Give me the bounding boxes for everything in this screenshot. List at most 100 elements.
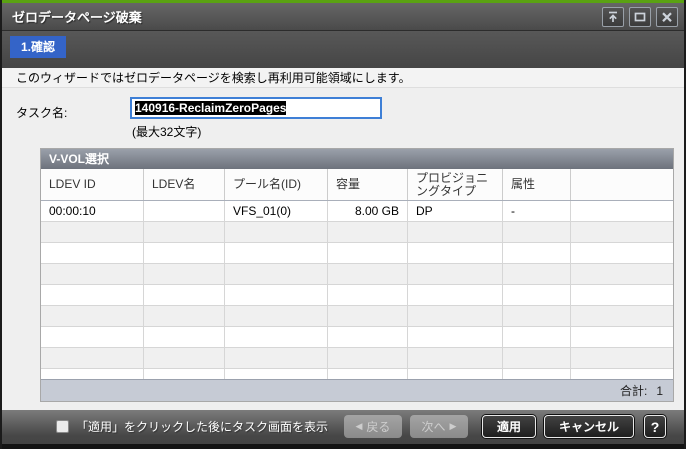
cell-blank: [408, 264, 503, 284]
column-header-attribute[interactable]: 属性: [503, 169, 571, 200]
rollup-button[interactable]: [602, 6, 624, 27]
cell-blank: [571, 264, 673, 284]
cell-blank: [571, 348, 673, 368]
vvol-table-footer: 合計: 1: [41, 379, 673, 401]
cell-blank: [503, 243, 571, 263]
table-row-empty[interactable]: [41, 306, 673, 327]
wizard-description: このウィザードではゼロデータページを検索し再利用可能領域にします。: [2, 68, 684, 88]
cell-blank: [503, 264, 571, 284]
table-row-empty[interactable]: [41, 222, 673, 243]
next-button[interactable]: 次へ ▶: [409, 415, 468, 438]
window-controls: [602, 6, 678, 27]
column-header-ldev-id[interactable]: LDEV ID: [41, 169, 144, 200]
tab-step-1-confirm[interactable]: 1.確認: [10, 36, 67, 58]
apply-button[interactable]: 適用: [481, 415, 536, 438]
cell-blank: [225, 369, 328, 379]
cell-attribute: -: [503, 201, 571, 221]
cell-blank: [328, 306, 408, 326]
cell-blank: [225, 348, 328, 368]
cell-blank: [41, 348, 144, 368]
titlebar: ゼロデータページ破棄: [2, 3, 684, 31]
cell-blank: [144, 264, 225, 284]
cell-blank: [571, 285, 673, 305]
cell-blank: [41, 285, 144, 305]
column-header-pool-name[interactable]: プール名(ID): [225, 169, 328, 200]
cell-blank: [503, 327, 571, 347]
cell-blank: [41, 369, 144, 379]
rollup-icon: [605, 9, 621, 25]
cell-blank: [571, 222, 673, 242]
cell-pool-name: VFS_01(0): [225, 201, 328, 221]
table-row[interactable]: 00:00:10 VFS_01(0) 8.00 GB DP -: [41, 201, 673, 222]
cancel-button[interactable]: キャンセル: [543, 415, 634, 438]
vvol-table-title: V-VOL選択: [41, 149, 673, 169]
table-row-empty[interactable]: [41, 264, 673, 285]
close-icon: [659, 9, 675, 25]
task-name-value: 140916-ReclaimZeroPages: [135, 101, 287, 115]
cell-blank: [225, 327, 328, 347]
action-bar: 「適用」をクリックした後にタスク画面を表示 ◀ 戻る 次へ ▶ 適用 キャンセル…: [2, 410, 684, 449]
cell-blank: [408, 369, 503, 379]
task-name-max-hint: (最大32文字): [132, 125, 202, 139]
show-task-screen-label: 「適用」をクリックした後にタスク画面を表示: [75, 420, 328, 434]
task-name-input[interactable]: 140916-ReclaimZeroPages: [130, 97, 382, 119]
back-button-label: 戻る: [366, 420, 391, 434]
help-button[interactable]: ?: [644, 415, 666, 438]
cell-blank: [41, 327, 144, 347]
table-row-empty[interactable]: [41, 243, 673, 264]
cell-ldev-id: 00:00:10: [41, 201, 144, 221]
column-header-provisioning-type[interactable]: プロビジョニングタイプ: [408, 169, 503, 200]
column-header-ldev-name[interactable]: LDEV名: [144, 169, 225, 200]
cell-blank: [571, 369, 673, 379]
cell-blank: [328, 348, 408, 368]
cell-blank: [328, 243, 408, 263]
table-row-empty[interactable]: [41, 369, 673, 379]
wizard-step-strip: 1.確認: [2, 31, 684, 68]
show-task-screen-checkbox[interactable]: [55, 420, 69, 433]
cell-blank: [144, 285, 225, 305]
next-button-label: 次へ: [421, 420, 446, 434]
column-header-capacity[interactable]: 容量: [328, 169, 408, 200]
cell-blank: [225, 222, 328, 242]
table-row-empty[interactable]: [41, 348, 673, 369]
cell-blank: [408, 243, 503, 263]
dialog-title: ゼロデータページ破棄: [12, 10, 142, 25]
cell-blank: [328, 327, 408, 347]
cell-blank: [408, 306, 503, 326]
table-row-empty[interactable]: [41, 327, 673, 348]
cell-blank: [144, 243, 225, 263]
next-arrow-icon: ▶: [449, 421, 457, 431]
cell-blank: [571, 201, 673, 221]
cell-blank: [408, 222, 503, 242]
task-name-label: タスク名:: [16, 106, 68, 120]
cell-blank: [503, 306, 571, 326]
back-button[interactable]: ◀ 戻る: [343, 415, 402, 438]
cell-blank: [41, 306, 144, 326]
table-row-empty[interactable]: [41, 285, 673, 306]
vvol-table-header: LDEV ID LDEV名 プール名(ID) 容量 プロビジョニングタイプ 属性: [41, 169, 673, 201]
cell-blank: [328, 222, 408, 242]
cell-blank: [503, 348, 571, 368]
cell-blank: [225, 264, 328, 284]
cell-ldev-name: [144, 201, 225, 221]
cell-blank: [144, 369, 225, 379]
cell-blank: [503, 285, 571, 305]
total-value: 1: [656, 383, 663, 398]
column-header-blank: [571, 169, 673, 200]
maximize-button[interactable]: [629, 6, 651, 27]
cell-blank: [144, 348, 225, 368]
cell-blank: [144, 222, 225, 242]
cell-blank: [503, 369, 571, 379]
cell-blank: [144, 306, 225, 326]
vvol-table-body: 00:00:10 VFS_01(0) 8.00 GB DP -: [41, 201, 673, 379]
cell-blank: [571, 306, 673, 326]
cell-blank: [41, 243, 144, 263]
cell-blank: [408, 327, 503, 347]
cell-blank: [328, 369, 408, 379]
cell-provisioning-type: DP: [408, 201, 503, 221]
cell-blank: [503, 222, 571, 242]
close-button[interactable]: [656, 6, 678, 27]
cell-capacity: 8.00 GB: [328, 201, 408, 221]
cell-blank: [571, 243, 673, 263]
cell-blank: [328, 285, 408, 305]
